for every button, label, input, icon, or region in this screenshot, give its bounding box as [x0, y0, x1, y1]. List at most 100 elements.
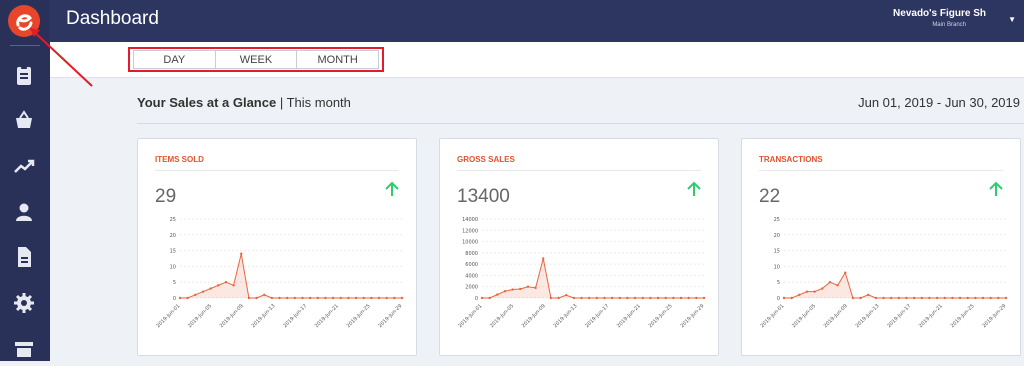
x-tick-label: 2019-Jun-01: [155, 303, 181, 329]
data-point: [633, 296, 637, 300]
y-tick-label: 20: [774, 233, 780, 239]
data-point: [293, 296, 297, 300]
data-point: [851, 296, 855, 300]
store-icon[interactable]: [12, 337, 36, 361]
metric-card: ITEMS SOLD 29 0 5 10 15 20 25 2019-Jun-01 2019-…: [137, 138, 417, 356]
date-range[interactable]: Jun 01, 2019 - Jun 30, 2019: [858, 95, 1020, 110]
data-point: [240, 252, 243, 255]
x-tick-label: 2019-Jun-09: [823, 303, 849, 329]
branch-name: Main Branch: [932, 22, 966, 28]
y-tick-label: 12000: [462, 228, 478, 234]
data-point: [882, 296, 885, 300]
x-tick-label: 2019-Jun-25: [950, 303, 976, 329]
y-tick-label: 14000: [462, 217, 478, 223]
data-point: [511, 288, 514, 291]
chevron-down-icon[interactable]: ▼: [1008, 15, 1016, 24]
data-point: [672, 296, 675, 300]
data-point: [867, 293, 870, 297]
summary-heading: Your Sales at a Glance | This month: [137, 95, 351, 110]
data-point: [702, 296, 706, 300]
data-point: [324, 296, 327, 300]
data-point: [1004, 296, 1008, 300]
data-point: [549, 296, 553, 300]
basket-icon[interactable]: [12, 108, 36, 132]
data-point: [488, 296, 491, 300]
data-point: [641, 296, 644, 300]
data-point: [798, 293, 801, 297]
data-point: [618, 296, 621, 300]
data-point: [679, 296, 683, 300]
x-tick-label: 2019-Jun-05: [187, 303, 213, 329]
y-tick-label: 10: [170, 264, 176, 270]
data-point: [232, 284, 235, 287]
data-point: [400, 296, 404, 300]
data-point: [790, 296, 793, 300]
data-point: [966, 296, 969, 300]
x-tick-label: 2019-Jun-17: [282, 303, 308, 329]
data-point: [285, 296, 289, 300]
data-point: [610, 296, 614, 300]
data-point: [209, 287, 212, 290]
data-point: [828, 281, 832, 284]
sales-chart: 0 2000 4000 6000 8000 10000 12000 14000 2019-Jun…: [457, 217, 706, 329]
tab-week[interactable]: WEEK: [215, 50, 298, 69]
data-point: [859, 296, 862, 300]
tab-day[interactable]: DAY: [133, 50, 216, 69]
store-name[interactable]: Nevado's Figure Sh: [893, 8, 986, 19]
sales-chart: 05101520252019-Jun-01 2019-Jun-05 2019-Jun…: [759, 217, 1008, 329]
data-point: [542, 257, 545, 260]
data-point: [186, 296, 189, 300]
gear-icon[interactable]: [12, 291, 36, 315]
y-tick-label: 25: [170, 217, 176, 223]
y-tick-label: 15: [170, 249, 176, 255]
data-point: [805, 290, 809, 293]
user-icon[interactable]: [12, 200, 36, 224]
series-area: [784, 272, 1006, 298]
data-point: [385, 296, 388, 300]
data-point: [981, 296, 985, 300]
app-logo[interactable]: [8, 5, 40, 37]
data-point: [844, 271, 847, 274]
data-point: [263, 293, 266, 297]
y-tick-label: 5: [173, 280, 176, 286]
data-point: [316, 296, 319, 300]
sales-chart: 05101520252019-Jun-01 2019-Jun-05 2019-Jun…: [155, 217, 404, 329]
data-point: [958, 296, 962, 300]
x-tick-label: 2019-Jun-17: [584, 303, 610, 329]
card-value: 29: [155, 186, 177, 207]
data-point: [782, 296, 786, 300]
data-point: [580, 296, 583, 300]
y-tick-label: 5: [777, 280, 780, 286]
y-tick-label: 0: [475, 296, 478, 302]
x-tick-label: 2019-Jun-13: [553, 303, 579, 329]
data-point: [278, 296, 281, 300]
data-point: [603, 296, 606, 300]
trend-icon[interactable]: [12, 155, 36, 179]
data-point: [989, 296, 992, 300]
data-point: [626, 296, 629, 300]
data-point: [836, 284, 839, 287]
data-point: [331, 296, 335, 300]
data-point: [557, 296, 560, 300]
y-tick-label: 25: [774, 217, 780, 223]
data-point: [503, 290, 507, 293]
data-point: [519, 287, 522, 291]
x-tick-label: 2019-Jun-29: [981, 303, 1007, 329]
data-point: [587, 296, 591, 300]
x-tick-label: 2019-Jun-13: [855, 303, 881, 329]
data-point: [301, 296, 304, 300]
y-tick-label: 2000: [465, 285, 478, 291]
data-point: [339, 296, 342, 300]
clipboard-icon[interactable]: [12, 63, 36, 87]
document-icon[interactable]: [12, 245, 36, 269]
x-tick-label: 2019-Jun-01: [457, 303, 483, 329]
section-divider: [137, 123, 1024, 124]
x-tick-label: 2019-Jun-17: [886, 303, 912, 329]
data-point: [951, 296, 954, 300]
series-area: [180, 253, 402, 298]
tab-month[interactable]: MONTH: [297, 50, 380, 69]
data-point: [974, 296, 977, 300]
data-point: [247, 296, 251, 300]
sidebar: [0, 0, 50, 361]
data-point: [347, 296, 350, 300]
